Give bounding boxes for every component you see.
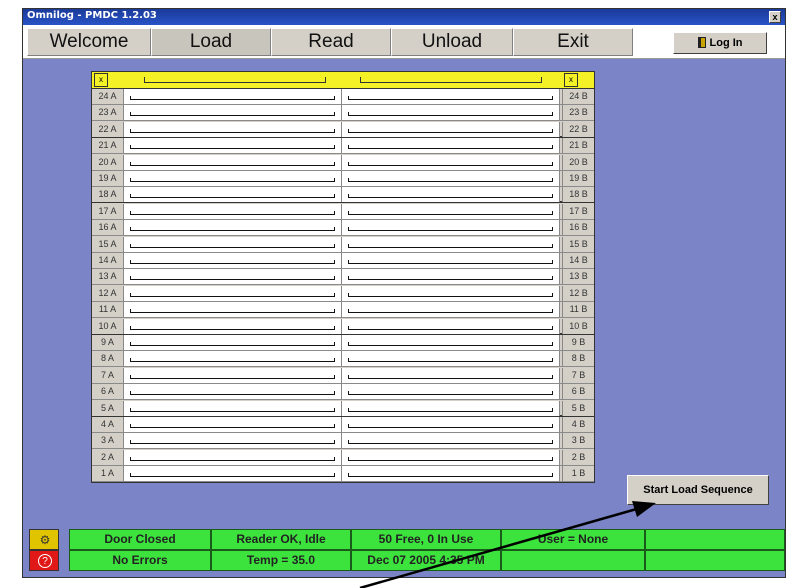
annotation-arrow <box>359 501 656 588</box>
